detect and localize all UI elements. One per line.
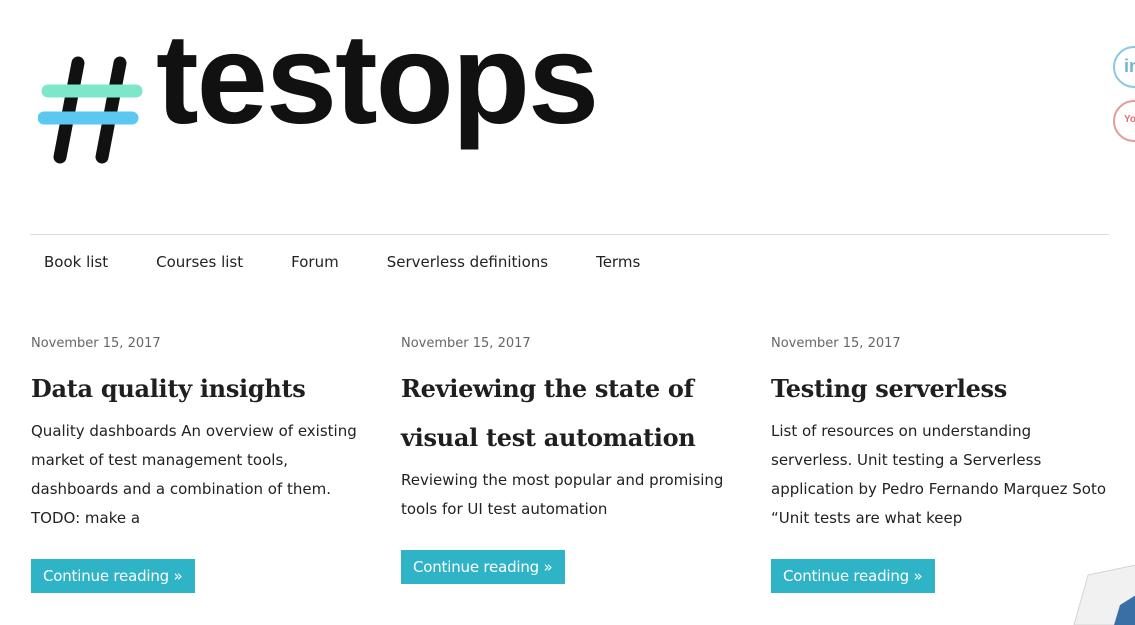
main-nav: Book list Courses list Forum Serverless … <box>44 253 640 271</box>
nav-item-terms[interactable]: Terms <box>596 253 640 271</box>
post-date: November 15, 2017 <box>401 336 531 351</box>
post-title[interactable]: Reviewing the state of visual test autom… <box>401 364 731 462</box>
nav-item-book-list[interactable]: Book list <box>44 253 108 271</box>
page-curl-icon[interactable] <box>1070 565 1135 625</box>
continue-reading-button[interactable]: Continue reading » <box>401 550 565 584</box>
site-logo[interactable]: testops <box>38 16 608 180</box>
linkedin-icon[interactable]: in <box>1113 46 1135 88</box>
nav-item-forum[interactable]: Forum <box>291 253 339 271</box>
post-title[interactable]: Testing serverless <box>771 364 1107 413</box>
post-card: November 15, 2017 Data quality insights … <box>31 336 371 593</box>
hash-icon <box>38 56 143 164</box>
post-date: November 15, 2017 <box>771 336 901 351</box>
nav-item-serverless-definitions[interactable]: Serverless definitions <box>387 253 548 271</box>
post-date: November 15, 2017 <box>31 336 161 351</box>
youtube-icon[interactable]: You <box>1113 100 1135 142</box>
continue-reading-button[interactable]: Continue reading » <box>31 559 195 593</box>
post-excerpt: Quality dashboards An overview of existi… <box>31 422 357 527</box>
logo-wordmark: testops <box>156 8 599 151</box>
post-excerpt: List of resources on understanding serve… <box>771 422 1107 527</box>
post-title[interactable]: Data quality insights <box>31 364 371 413</box>
post-excerpt: Reviewing the most popular and promising… <box>401 471 724 518</box>
continue-reading-button[interactable]: Continue reading » <box>771 559 935 593</box>
nav-item-courses-list[interactable]: Courses list <box>156 253 243 271</box>
post-card: November 15, 2017 Reviewing the state of… <box>401 336 731 584</box>
header-divider <box>30 234 1109 235</box>
post-card: November 15, 2017 Testing serverless Lis… <box>771 336 1107 593</box>
